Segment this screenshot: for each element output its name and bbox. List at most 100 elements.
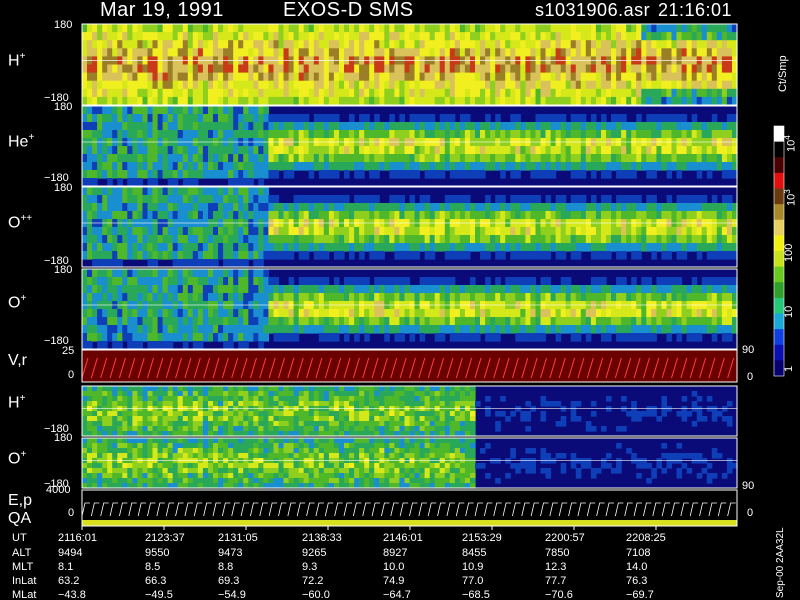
spectrogram-cell bbox=[293, 227, 300, 236]
spectrogram-cell bbox=[621, 96, 627, 106]
spectrogram-cell bbox=[218, 154, 224, 163]
spectrogram-cell bbox=[293, 146, 300, 155]
spectrogram-cell bbox=[480, 243, 486, 252]
spectrogram-cell bbox=[711, 333, 718, 342]
spectrogram-cell bbox=[414, 88, 421, 98]
spectrogram-cell bbox=[454, 40, 461, 49]
spectrogram-cell bbox=[157, 317, 164, 326]
spectrogram-cell bbox=[303, 251, 310, 260]
spectrogram-cell bbox=[606, 72, 612, 82]
spectrogram-cell bbox=[364, 243, 370, 252]
spectrogram-cell bbox=[726, 285, 733, 294]
spectrogram-cell bbox=[278, 122, 285, 131]
spectrogram-cell bbox=[278, 88, 285, 98]
spectrogram-cell bbox=[298, 130, 305, 139]
spectrogram-cell bbox=[590, 285, 597, 294]
spectrogram-cell bbox=[510, 162, 516, 171]
spectrogram-cell bbox=[721, 227, 728, 236]
spectrogram-cell bbox=[122, 211, 128, 220]
spectrogram-cell bbox=[313, 293, 320, 302]
spectrogram-cell bbox=[248, 421, 254, 427]
spectrogram-cell bbox=[464, 40, 471, 49]
spectrogram-cell bbox=[409, 72, 416, 82]
spectrogram-cell bbox=[621, 130, 627, 139]
spectrogram-cell bbox=[268, 235, 274, 244]
spectrogram-cell bbox=[520, 40, 526, 49]
spectrogram-cell bbox=[434, 285, 441, 294]
spectrogram-cell bbox=[590, 235, 597, 244]
spectrogram-cell bbox=[213, 48, 219, 57]
spectrogram-cell bbox=[540, 227, 547, 236]
spectrogram-cell bbox=[374, 235, 380, 244]
spectrogram-cell bbox=[726, 170, 733, 179]
spectrogram-cell bbox=[394, 80, 400, 90]
spectrogram-cell bbox=[464, 146, 471, 155]
spectrogram-cell bbox=[631, 64, 637, 74]
spectrogram-cell bbox=[535, 227, 542, 236]
spectrogram-cell bbox=[666, 96, 673, 106]
spectrogram-cell bbox=[162, 285, 169, 294]
spectrogram-cell bbox=[192, 421, 199, 427]
spectrogram-cell bbox=[404, 325, 411, 334]
spectrogram-cell bbox=[611, 130, 617, 139]
spectrogram-cell bbox=[394, 40, 400, 49]
spectrogram-cell bbox=[510, 170, 516, 179]
spectrogram-cell bbox=[117, 277, 123, 286]
spectrogram-cell bbox=[530, 146, 536, 155]
spectrogram-cell bbox=[364, 277, 370, 286]
spectrogram-cell bbox=[87, 178, 93, 187]
spectrogram-cell bbox=[258, 64, 264, 74]
spectrogram-cell bbox=[268, 416, 274, 422]
spectrogram-cell bbox=[182, 187, 189, 196]
spectrogram-cell bbox=[490, 317, 496, 326]
spectrogram-cell bbox=[248, 146, 254, 155]
spectrogram-cell bbox=[152, 32, 159, 41]
spectrogram-cell bbox=[666, 88, 673, 98]
spectrogram-cell bbox=[515, 48, 521, 57]
spectrogram-cell bbox=[303, 64, 310, 74]
spectrogram-cell bbox=[288, 80, 295, 90]
spectrogram-cell bbox=[258, 170, 264, 179]
spectrogram-cell bbox=[676, 211, 683, 220]
spectrogram-cell bbox=[137, 122, 143, 131]
spectrogram-cell bbox=[298, 325, 305, 334]
spectrogram-cell bbox=[666, 80, 673, 90]
spectrogram-cell bbox=[530, 227, 536, 236]
spectrogram-cell bbox=[480, 80, 486, 90]
spectrogram-cell bbox=[631, 277, 637, 286]
spectrogram-cell bbox=[238, 178, 244, 187]
spectrogram-cell bbox=[218, 333, 224, 342]
spectrogram-cell bbox=[313, 285, 320, 294]
spectrogram-cell bbox=[273, 80, 280, 90]
spectrogram-cell bbox=[268, 391, 274, 397]
spectrogram-cell bbox=[500, 243, 506, 252]
spectrogram-cell bbox=[253, 40, 259, 49]
spectrogram-cell bbox=[364, 40, 370, 49]
spectrogram-cell bbox=[590, 32, 597, 41]
spectrogram-cell bbox=[258, 317, 264, 326]
spectrogram-cell bbox=[213, 285, 219, 294]
spectrogram-cell bbox=[152, 187, 159, 196]
spectrogram-cell bbox=[595, 64, 602, 74]
spectrogram-cell bbox=[268, 285, 274, 294]
spectrogram-cell bbox=[197, 277, 204, 286]
spectrogram-cell bbox=[525, 235, 531, 244]
spectrogram-cell bbox=[238, 130, 244, 139]
spectrogram-cell bbox=[711, 309, 718, 318]
spectrogram-cell bbox=[308, 24, 315, 33]
spectrogram-cell bbox=[117, 162, 123, 171]
spectrogram-cell bbox=[92, 259, 98, 268]
spectrogram-cell bbox=[696, 293, 703, 302]
spectrogram-cell bbox=[490, 146, 496, 155]
spectrogram-cell bbox=[349, 114, 355, 123]
spectrogram-cell bbox=[595, 211, 602, 220]
spectrogram-cell bbox=[495, 40, 501, 49]
spectrogram-cell bbox=[449, 277, 456, 286]
spectrogram-cell bbox=[545, 24, 552, 33]
spectrogram-cell bbox=[339, 96, 345, 106]
spectrogram-cell bbox=[701, 211, 708, 220]
spectrogram-cell bbox=[414, 293, 421, 302]
spectrogram-cell bbox=[268, 243, 274, 252]
spectrogram-cell bbox=[459, 235, 466, 244]
spectrogram-cell bbox=[616, 32, 622, 41]
